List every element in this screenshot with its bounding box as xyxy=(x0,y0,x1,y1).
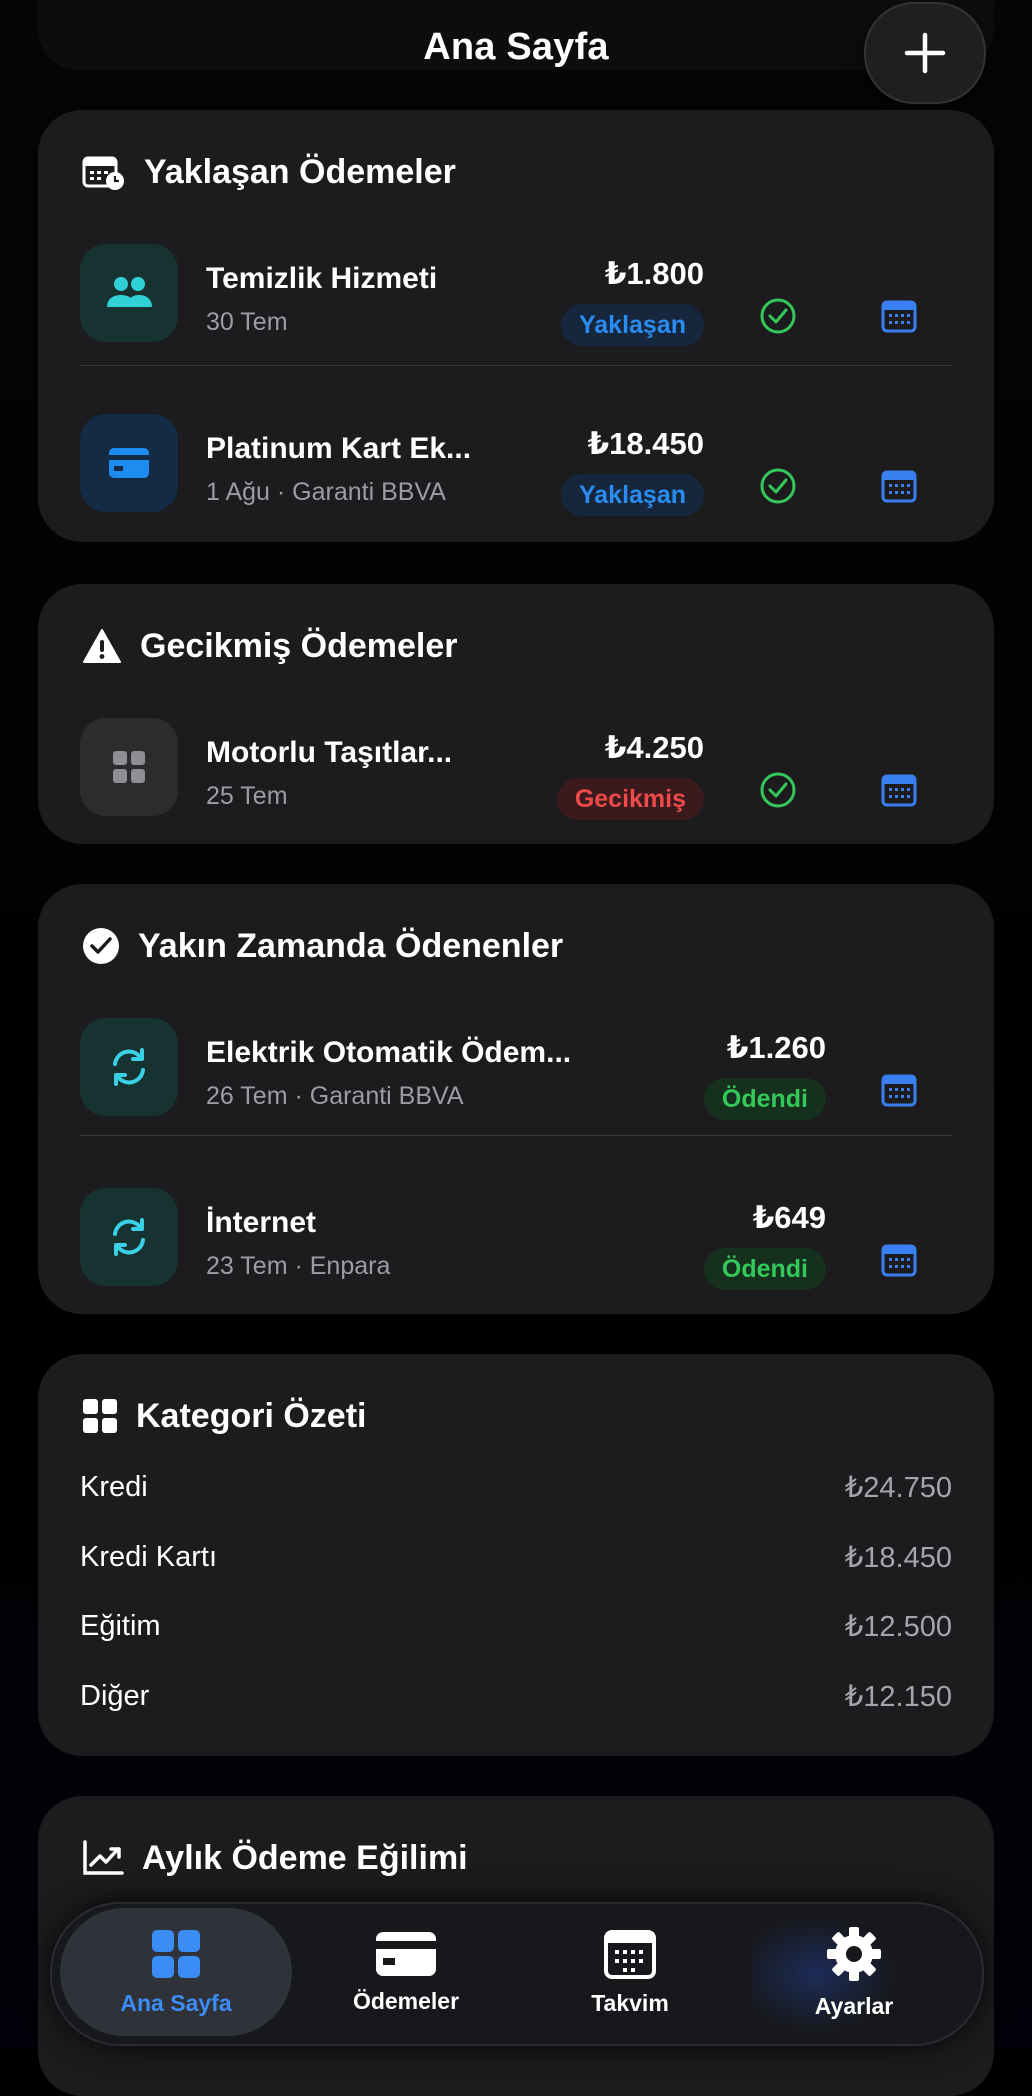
tab-label: Ana Sayfa xyxy=(120,1989,232,2016)
item-amount: ₺649 xyxy=(752,1200,826,1235)
item-name: Motorlu Taşıtlar... xyxy=(206,736,453,769)
check-circle-icon xyxy=(760,298,796,334)
item-amount: ₺1.800 xyxy=(604,256,704,291)
credit-card-icon xyxy=(376,1931,436,1976)
tab-label: Ayarlar xyxy=(814,1992,894,2019)
gear-icon xyxy=(827,1926,881,1981)
item-name: Platinum Kart Ek... xyxy=(206,432,472,465)
credit-card-icon xyxy=(80,414,178,512)
status-badge: Ödendi xyxy=(703,1248,826,1290)
refresh-icon xyxy=(80,1018,178,1116)
home-grid-icon xyxy=(152,1929,200,1978)
category-label: Diğer xyxy=(80,1679,150,1712)
category-summary-title: Kategori Özeti xyxy=(82,1388,366,1444)
calendar-clock-icon xyxy=(82,156,124,190)
tab-settings[interactable]: Ayarlar xyxy=(738,1908,970,2036)
category-label: Eğitim xyxy=(80,1609,161,1642)
category-row: Kredi Kartı ₺18.450 xyxy=(80,1532,952,1582)
grid-icon xyxy=(83,1399,117,1433)
calendar-icon xyxy=(881,300,917,333)
mark-paid-button[interactable] xyxy=(754,462,802,510)
category-row: Kredi ₺24.750 xyxy=(80,1462,952,1512)
divider xyxy=(80,1135,952,1136)
check-circle-icon xyxy=(760,468,796,504)
calendar-icon xyxy=(604,1929,656,1979)
checkmark-circle-icon xyxy=(83,928,119,964)
item-amount: ₺4.250 xyxy=(604,730,704,765)
item-amount: ₺18.450 xyxy=(587,426,704,461)
status-badge: Yaklaşan xyxy=(560,304,704,346)
calendar-icon xyxy=(881,470,917,503)
upcoming-payments-card: Yaklaşan Ödemeler Temizlik Hizmeti 30 Te… xyxy=(38,110,994,542)
calendar-icon xyxy=(881,774,917,807)
tab-label: Takvim xyxy=(591,1989,669,2016)
tab-label: Ödemeler xyxy=(352,1987,460,2014)
tab-home[interactable]: Ana Sayfa xyxy=(60,1908,292,2036)
item-date: 25 Tem xyxy=(206,782,288,810)
divider xyxy=(80,365,952,366)
recently-paid-card: Yakın Zamanda Ödenenler Elektrik Otomati… xyxy=(38,884,994,1314)
list-item[interactable]: İnternet 23 Tem · Enpara ₺649 Ödendi xyxy=(38,1146,994,1316)
category-row: Diğer ₺12.150 xyxy=(80,1671,952,1721)
trend-chart-icon xyxy=(83,1840,124,1875)
category-value: ₺12.150 xyxy=(844,1680,952,1713)
overdue-payments-card: Gecikmiş Ödemeler Motorlu Taşıtlar... 25… xyxy=(38,584,994,844)
item-date: 30 Tem xyxy=(206,308,288,336)
tab-calendar[interactable]: Takvim xyxy=(514,1908,746,2036)
list-item[interactable]: Temizlik Hizmeti 30 Tem ₺1.800 Yaklaşan xyxy=(38,202,994,372)
refresh-icon xyxy=(80,1188,178,1286)
tab-payments[interactable]: Ödemeler xyxy=(290,1908,522,2036)
mark-paid-button[interactable] xyxy=(754,766,802,814)
calendar-button[interactable] xyxy=(875,462,923,510)
category-label: Kredi xyxy=(80,1470,148,1503)
tab-bar: Ana Sayfa Ödemeler Takvim Ayarlar xyxy=(50,1902,984,2046)
upcoming-payments-title: Yaklaşan Ödemeler xyxy=(82,144,456,200)
list-item[interactable]: Platinum Kart Ek... 1 Ağu · Garanti BBVA… xyxy=(38,372,994,542)
category-value: ₺18.450 xyxy=(844,1541,952,1574)
item-name: Elektrik Otomatik Ödem... xyxy=(206,1036,572,1069)
status-badge: Yaklaşan xyxy=(560,474,704,516)
status-badge: Ödendi xyxy=(703,1078,826,1120)
recently-paid-title: Yakın Zamanda Ödenenler xyxy=(82,918,563,974)
people-icon xyxy=(80,244,178,342)
list-item[interactable]: Elektrik Otomatik Ödem... 26 Tem · Garan… xyxy=(38,976,994,1146)
monthly-trend-title: Aylık Ödeme Eğilimi xyxy=(82,1830,468,1886)
calendar-button[interactable] xyxy=(875,1066,923,1114)
status-badge: Gecikmiş xyxy=(556,778,704,820)
mark-paid-button[interactable] xyxy=(754,292,802,340)
category-value: ₺24.750 xyxy=(844,1471,952,1504)
item-date: 26 Tem · Garanti BBVA xyxy=(206,1082,464,1110)
category-summary-card: Kategori Özeti Kredi ₺24.750 Kredi Kartı… xyxy=(38,1354,994,1756)
category-value: ₺12.500 xyxy=(844,1610,952,1643)
calendar-button[interactable] xyxy=(875,766,923,814)
category-label: Kredi Kartı xyxy=(80,1540,217,1573)
calendar-icon xyxy=(881,1244,917,1277)
category-row: Eğitim ₺12.500 xyxy=(80,1601,952,1651)
calendar-icon xyxy=(881,1074,917,1107)
item-name: İnternet xyxy=(206,1206,317,1239)
grid-icon xyxy=(80,718,178,816)
list-item[interactable]: Motorlu Taşıtlar... 25 Tem ₺4.250 Gecikm… xyxy=(38,676,994,846)
item-amount: ₺1.260 xyxy=(726,1030,826,1065)
calendar-button[interactable] xyxy=(875,1236,923,1284)
item-date: 1 Ağu · Garanti BBVA xyxy=(206,478,446,506)
item-date: 23 Tem · Enpara xyxy=(206,1252,391,1280)
warning-icon xyxy=(83,629,121,663)
check-circle-icon xyxy=(760,772,796,808)
calendar-button[interactable] xyxy=(875,292,923,340)
add-payment-button[interactable] xyxy=(864,2,986,104)
item-name: Temizlik Hizmeti xyxy=(206,262,438,295)
overdue-payments-title: Gecikmiş Ödemeler xyxy=(82,618,458,674)
plus-icon xyxy=(904,32,946,74)
